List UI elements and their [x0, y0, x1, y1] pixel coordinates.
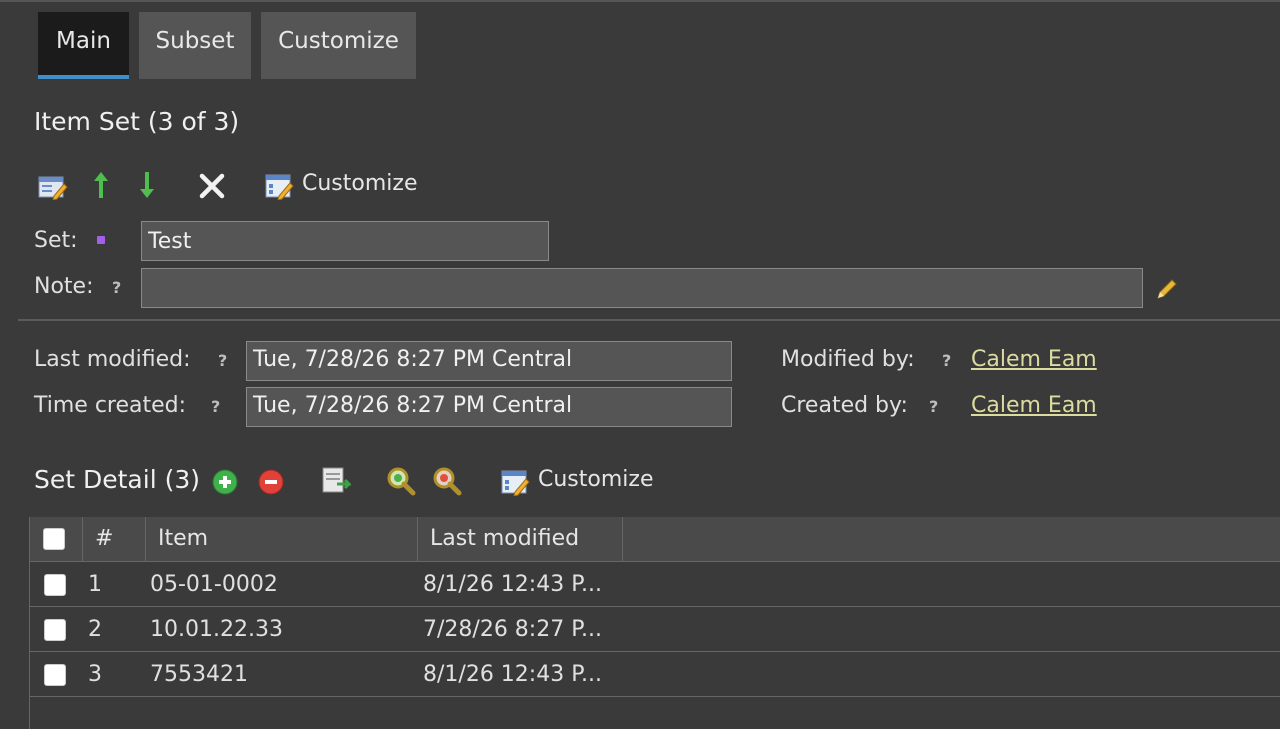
note-input[interactable] [141, 268, 1143, 308]
column-header-num[interactable]: # [83, 517, 146, 561]
row-num: 1 [88, 572, 102, 597]
row-num: 3 [88, 662, 102, 687]
move-down-icon[interactable] [136, 170, 158, 200]
modified-by-label: Modified by: [781, 347, 915, 372]
last-modified-label: Last modified: [34, 347, 191, 372]
search-icon[interactable] [385, 466, 417, 496]
modified-by-link[interactable]: Calem Eam [971, 347, 1097, 372]
move-up-icon[interactable] [90, 170, 112, 200]
row-checkbox[interactable] [44, 619, 66, 641]
clear-search-icon[interactable] [431, 466, 463, 496]
customize-icon[interactable] [264, 171, 296, 201]
section-divider [18, 319, 1280, 321]
export-icon[interactable] [320, 466, 352, 496]
row-last-modified: 8/1/26 12:43 P... [423, 572, 603, 597]
add-icon[interactable] [211, 468, 239, 496]
edit-icon[interactable] [37, 171, 69, 201]
item-set-title: Item Set (3 of 3) [34, 107, 240, 136]
grid-header: # Item Last modified [30, 517, 1280, 562]
row-checkbox[interactable] [44, 574, 66, 596]
created-by-link[interactable]: Calem Eam [971, 393, 1097, 418]
created-by-help-icon[interactable]: ? [929, 397, 938, 416]
row-last-modified: 8/1/26 12:43 P... [423, 662, 603, 687]
created-by-label: Created by: [781, 393, 908, 418]
row-checkbox[interactable] [44, 664, 66, 686]
time-created-label: Time created: [34, 393, 187, 418]
tab-bar: Main Subset Customize [38, 12, 416, 79]
remove-icon[interactable] [257, 468, 285, 496]
time-created-field: Tue, 7/28/26 8:27 PM Central [246, 387, 732, 427]
set-detail-grid: # Item Last modified 1 05-01-0002 8/1/26… [29, 517, 1280, 729]
row-num: 2 [88, 617, 102, 642]
note-label: Note: [34, 274, 94, 299]
row-item: 10.01.22.33 [150, 617, 283, 642]
set-detail-customize-label[interactable]: Customize [538, 467, 653, 492]
tab-main[interactable]: Main [38, 12, 129, 79]
modified-by-help-icon[interactable]: ? [942, 351, 951, 370]
set-detail-customize-icon[interactable] [500, 467, 532, 497]
tab-customize[interactable]: Customize [261, 12, 416, 79]
last-modified-help-icon[interactable]: ? [218, 351, 227, 370]
table-row[interactable]: 2 10.01.22.33 7/28/26 8:27 P... [30, 607, 1280, 652]
table-row[interactable]: 1 05-01-0002 8/1/26 12:43 P... [30, 562, 1280, 607]
set-detail-title: Set Detail (3) [34, 465, 201, 494]
table-row[interactable]: 3 7553421 8/1/26 12:43 P... [30, 652, 1280, 697]
pencil-icon[interactable] [1154, 276, 1180, 302]
set-input[interactable] [141, 221, 549, 261]
last-modified-field: Tue, 7/28/26 8:27 PM Central [246, 341, 732, 381]
top-border [0, 0, 1280, 2]
set-label: Set: [34, 228, 78, 253]
required-marker [97, 236, 105, 244]
row-item: 7553421 [150, 662, 248, 687]
row-item: 05-01-0002 [150, 572, 278, 597]
select-all-checkbox[interactable] [43, 528, 65, 550]
select-all-header [30, 517, 83, 561]
delete-icon[interactable] [197, 172, 227, 200]
note-help-icon[interactable]: ? [112, 278, 121, 297]
column-header-last-modified[interactable]: Last modified [418, 517, 623, 561]
row-last-modified: 7/28/26 8:27 P... [423, 617, 603, 642]
column-header-item[interactable]: Item [146, 517, 418, 561]
customize-label[interactable]: Customize [302, 171, 417, 196]
time-created-help-icon[interactable]: ? [211, 397, 220, 416]
tab-subset[interactable]: Subset [139, 12, 251, 79]
